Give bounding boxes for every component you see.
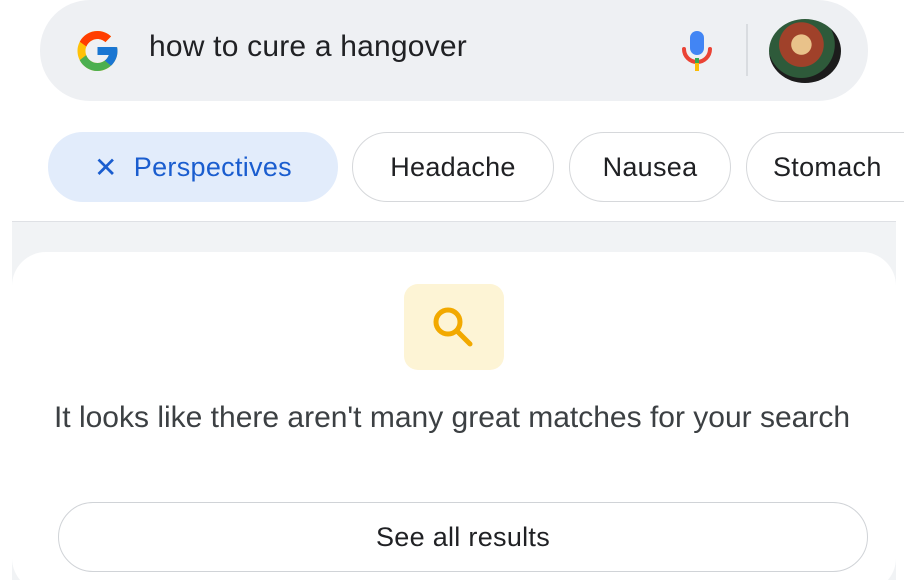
empty-state-icon-box (404, 284, 504, 370)
chip-label: Stomach (773, 151, 882, 182)
search-query-text[interactable]: how to cure a hangover (149, 30, 467, 64)
google-logo-icon (77, 31, 118, 71)
chip-nausea[interactable]: Nausea (569, 132, 731, 202)
search-results-page: how to cure a hangover ✕ Perspectives He… (0, 0, 904, 580)
chip-headache[interactable]: Headache (352, 132, 554, 202)
see-all-results-button[interactable]: See all results (58, 502, 868, 572)
close-icon[interactable]: ✕ (94, 151, 118, 184)
chip-perspectives[interactable]: ✕ Perspectives (48, 132, 338, 202)
search-icon (433, 307, 473, 347)
chip-label: Headache (390, 151, 516, 182)
microphone-icon[interactable] (680, 30, 714, 72)
chip-stomach[interactable]: Stomach (746, 132, 904, 202)
profile-avatar[interactable] (769, 19, 841, 83)
search-bar-divider (746, 24, 748, 76)
filter-chip-row: ✕ Perspectives Headache Nausea Stomach (0, 130, 904, 204)
no-matches-message: It looks like there aren't many great ma… (53, 401, 851, 434)
chip-label: Nausea (602, 151, 698, 182)
chip-label: Perspectives (133, 151, 292, 182)
